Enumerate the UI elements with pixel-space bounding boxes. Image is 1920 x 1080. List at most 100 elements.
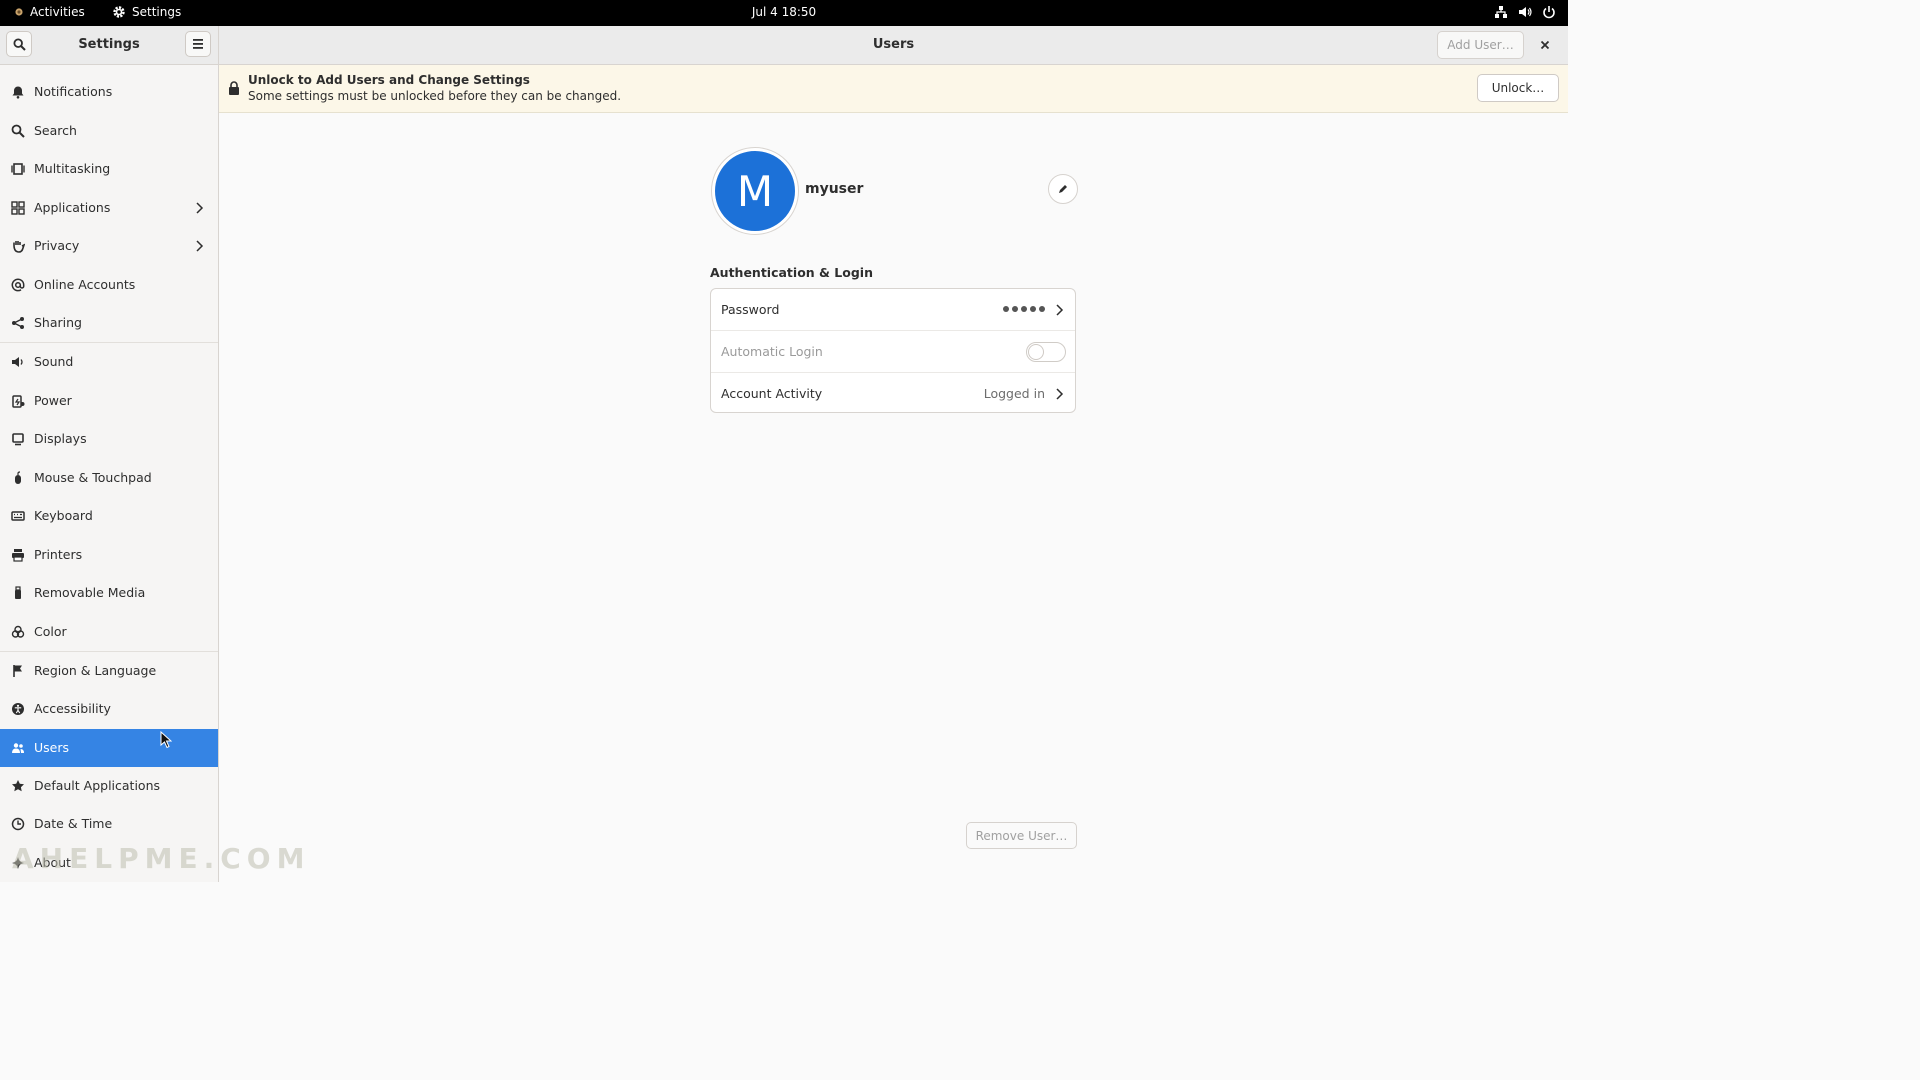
automatic-login-row: Automatic Login — [711, 331, 1075, 372]
avatar-letter: M — [736, 166, 774, 216]
sidebar-item-sound[interactable]: Sound — [0, 343, 218, 381]
account-activity-row[interactable]: Account Activity Logged in — [711, 373, 1075, 414]
account-activity-value: Logged in — [983, 386, 1045, 401]
printer-icon — [12, 549, 24, 562]
grid-icon — [11, 201, 25, 215]
password-dot — [1030, 306, 1036, 312]
add-user-button[interactable]: Add User… — [1437, 31, 1524, 59]
remove-user-button[interactable]: Remove User… — [966, 822, 1077, 849]
network-icon — [1495, 6, 1507, 18]
sidebar-header: Settings — [0, 26, 218, 65]
sidebar-item-label: Accessibility — [34, 701, 111, 716]
password-dots — [1003, 306, 1045, 312]
sidebar-item-label: Sound — [34, 354, 74, 369]
sidebar-item-date-time[interactable]: Date & Time — [0, 805, 218, 843]
users-panel: Users Add User… Unlock to Add Users and … — [219, 26, 1568, 882]
at-icon — [11, 278, 25, 292]
avatar[interactable]: M — [712, 148, 798, 234]
mouse-cursor-icon — [160, 731, 172, 749]
search-icon — [11, 124, 25, 138]
sidebar-item-label: Printers — [34, 547, 83, 562]
unlock-button[interactable]: Unlock… — [1477, 74, 1559, 102]
star-icon — [12, 780, 24, 792]
sidebar-item-label: Power — [34, 393, 72, 408]
auth-list: Password Automatic Login Account Activit… — [710, 288, 1076, 413]
speaker-icon — [12, 357, 23, 367]
sidebar-item-accessibility[interactable]: Accessibility — [0, 690, 218, 728]
chevron-right-icon — [1056, 304, 1064, 316]
activities-button[interactable]: Activities — [14, 5, 85, 19]
banner-title: Unlock to Add Users and Change Settings — [248, 73, 530, 87]
password-label: Password — [721, 302, 780, 317]
password-dot — [1039, 306, 1045, 312]
automatic-login-label: Automatic Login — [721, 344, 823, 359]
chevron-right-icon — [196, 240, 204, 252]
close-icon[interactable] — [1537, 37, 1553, 53]
sidebar-item-default-applications[interactable]: Default Applications — [0, 767, 218, 805]
password-row[interactable]: Password — [711, 289, 1075, 330]
sidebar-item-label: Removable Media — [34, 585, 146, 600]
sidebar-item-displays[interactable]: Displays — [0, 420, 218, 458]
sidebar-item-keyboard[interactable]: Keyboard — [0, 497, 218, 535]
sidebar-item-label: Region & Language — [34, 663, 157, 678]
auth-heading: Authentication & Login — [710, 265, 873, 280]
sidebar-item-region-language[interactable]: Region & Language — [0, 652, 218, 690]
sidebar-item-notifications[interactable]: Notifications — [0, 73, 218, 111]
keyboard-icon — [11, 511, 25, 521]
color-icon — [11, 625, 25, 638]
volume-icon — [1519, 7, 1532, 17]
sidebar-item-removable-media[interactable]: Removable Media — [0, 574, 218, 612]
display-icon — [12, 433, 24, 446]
chevron-right-icon — [196, 202, 204, 214]
chevron-right-icon — [1056, 388, 1064, 400]
sidebar-item-label: Search — [34, 123, 77, 138]
usb-icon — [15, 586, 21, 599]
automatic-login-toggle[interactable] — [1026, 342, 1066, 362]
sidebar-item-sharing[interactable]: Sharing — [0, 304, 218, 342]
sidebar-item-power[interactable]: Power — [0, 382, 218, 420]
sidebar-item-label: Keyboard — [34, 508, 93, 523]
sidebar-item-applications[interactable]: Applications — [0, 189, 218, 227]
sidebar-item-multitasking[interactable]: Multitasking — [0, 150, 218, 188]
sidebar-item-label: Default Applications — [34, 778, 161, 793]
sidebar-item-mouse-touchpad[interactable]: Mouse & Touchpad — [0, 459, 218, 497]
watermark: AHELPME.COM — [12, 842, 311, 875]
account-activity-label: Account Activity — [721, 386, 823, 401]
sidebar-item-printers[interactable]: Printers — [0, 536, 218, 574]
sidebar-item-label: Mouse & Touchpad — [34, 470, 152, 485]
sidebar-item-label: Notifications — [34, 84, 113, 99]
pencil-icon — [1059, 185, 1067, 193]
power-battery-icon — [12, 395, 25, 408]
edit-name-button[interactable] — [1048, 174, 1078, 204]
app-menu-button[interactable]: Settings — [112, 5, 181, 19]
sidebar-item-search[interactable]: Search — [0, 112, 218, 150]
sidebar-item-color[interactable]: Color — [0, 613, 218, 651]
banner-subtitle: Some settings must be unlocked before th… — [248, 89, 622, 103]
sidebar-item-label: Multitasking — [34, 161, 111, 176]
app-menu-label: Settings — [132, 5, 182, 19]
sidebar: Settings Notifications Search Multitaski… — [0, 26, 219, 882]
sidebar-item-label: Users — [34, 740, 70, 755]
multitasking-icon — [11, 163, 25, 175]
clock[interactable]: Jul 4 18:50 — [752, 5, 816, 19]
top-bar: Activities Settings Jul 4 18:50 — [0, 0, 1568, 26]
page-title: Users — [872, 37, 915, 52]
sidebar-item-online-accounts[interactable]: Online Accounts — [0, 266, 218, 304]
sidebar-item-label: Sharing — [34, 315, 82, 330]
sidebar-item-privacy[interactable]: Privacy — [0, 227, 218, 265]
unlock-banner: Unlock to Add Users and Change Settings … — [219, 65, 1568, 113]
activities-label: Activities — [30, 5, 85, 19]
password-dot — [1021, 306, 1027, 312]
main-menu-button[interactable] — [185, 31, 211, 57]
main-header: Users Add User… — [219, 26, 1568, 65]
toggle-knob — [1028, 344, 1044, 360]
users-icon — [12, 743, 24, 753]
sidebar-item-users[interactable]: Users — [0, 729, 218, 767]
username: myuser — [805, 181, 864, 197]
system-tray[interactable] — [1494, 5, 1556, 19]
share-icon — [12, 317, 24, 329]
flag-icon — [13, 665, 22, 677]
gear-icon — [113, 6, 125, 18]
bell-icon — [12, 86, 24, 99]
hand-icon — [13, 241, 25, 253]
